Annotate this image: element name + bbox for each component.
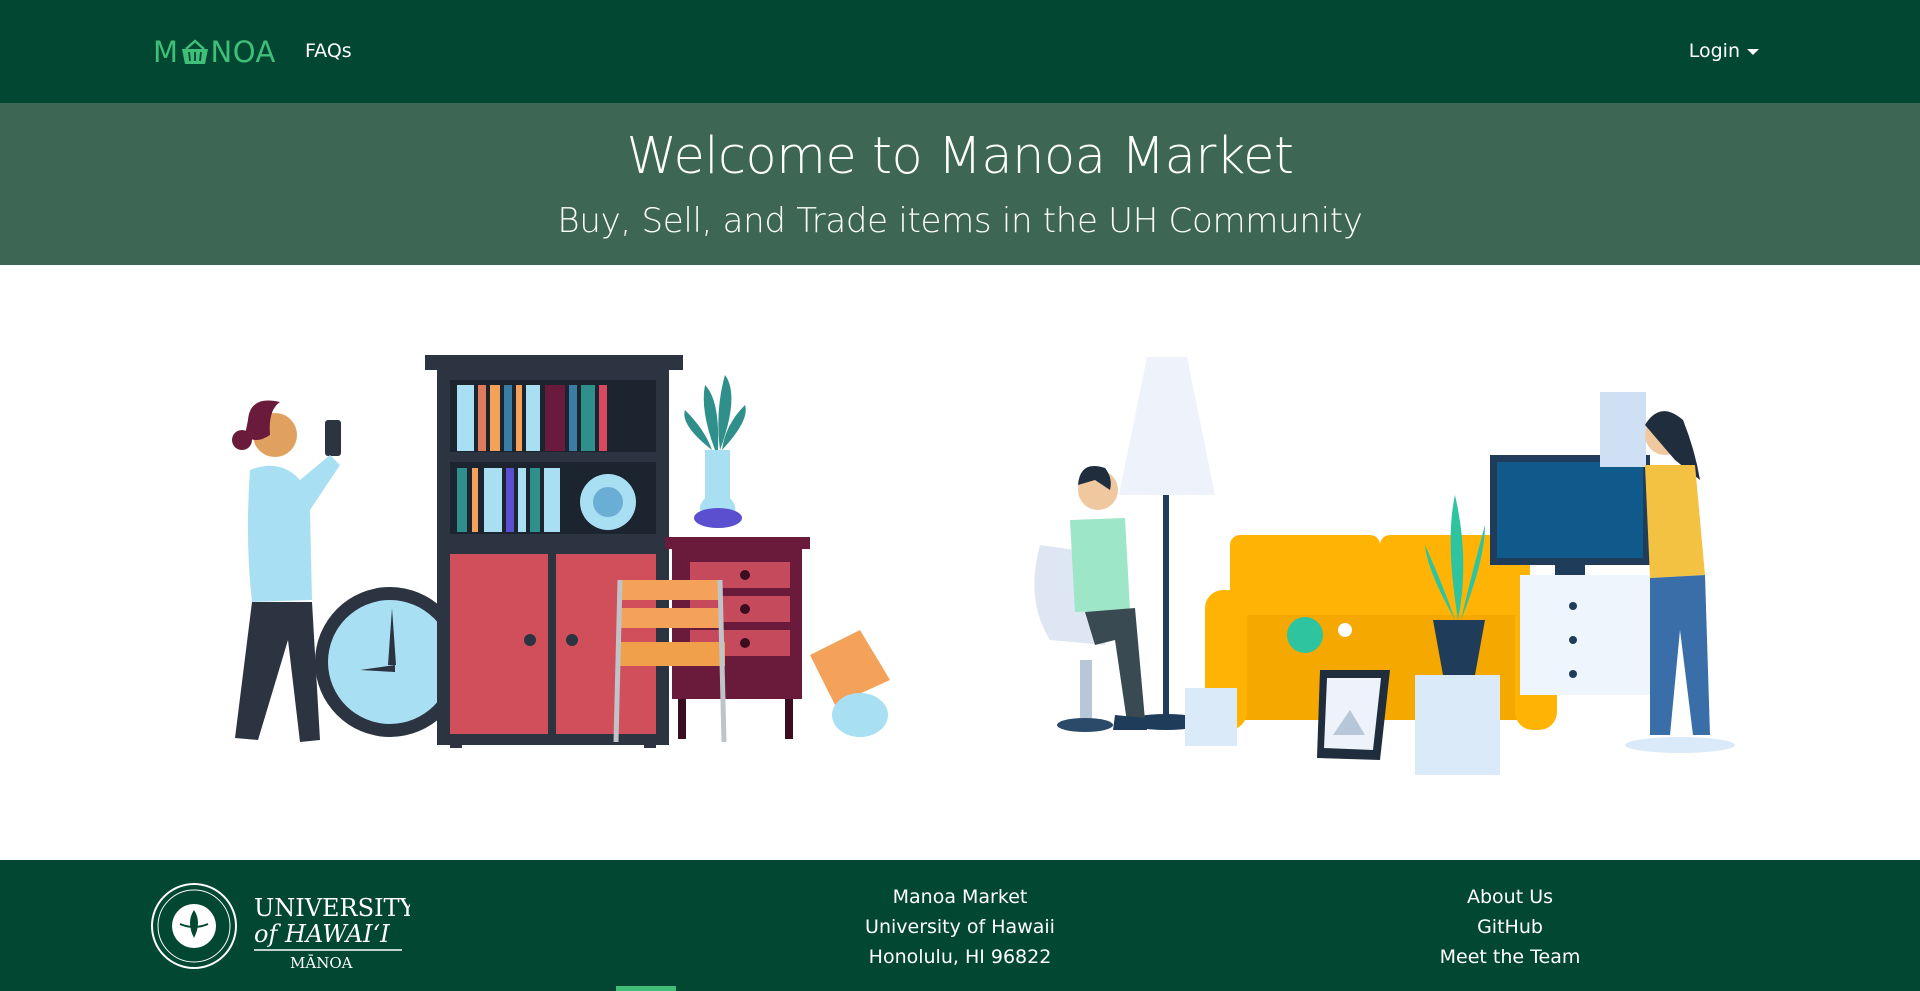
- svg-text:of HAWAI‘I: of HAWAI‘I: [254, 920, 390, 948]
- footer-link-about-us[interactable]: About Us: [1410, 882, 1610, 912]
- navbar: M NOA FAQs Login: [0, 0, 1920, 103]
- page-title: Welcome to Manoa Market: [626, 127, 1294, 186]
- svg-text:UNIVERSITY: UNIVERSITY: [254, 894, 410, 922]
- box-small: [1185, 688, 1237, 746]
- footer-city: Honolulu, HI 96822: [868, 946, 1052, 968]
- brand-logo-link[interactable]: M NOA: [153, 33, 276, 71]
- footer-link-meet-the-team[interactable]: Meet the Team: [1410, 942, 1610, 972]
- hero-banner: Welcome to Manoa Market Buy, Sell, and T…: [0, 103, 1920, 265]
- basket-icon: [181, 39, 208, 64]
- nav-faqs-link[interactable]: FAQs: [305, 40, 352, 62]
- brand-suffix: NOA: [210, 35, 276, 69]
- man-in-chair: [1034, 466, 1147, 732]
- university-of-hawaii-logo: UNIVERSITY of HAWAI‘I MĀNOA: [151, 883, 410, 972]
- footer-site-name: Manoa Market: [892, 886, 1028, 908]
- potted-plant: [684, 375, 746, 528]
- footer-accent-bar: [616, 986, 676, 991]
- login-dropdown[interactable]: Login: [1689, 40, 1759, 62]
- living-room-illustration: [1034, 357, 1735, 775]
- footer-links: About Us GitHub Meet the Team: [1410, 882, 1610, 972]
- furniture-sale-illustration: [232, 355, 890, 748]
- bookshelf: [425, 355, 683, 748]
- footer: UNIVERSITY of HAWAI‘I MĀNOA Manoa Market…: [0, 860, 1920, 991]
- footer-university: University of Hawaii: [865, 916, 1055, 938]
- footer-address: Manoa Market University of Hawaii Honolu…: [860, 882, 1060, 972]
- page-subtitle: Buy, Sell, and Trade items in the UH Com…: [557, 201, 1363, 241]
- login-label: Login: [1688, 40, 1740, 62]
- woman-with-box: [1600, 392, 1735, 753]
- picture-frame: [1317, 670, 1390, 760]
- svg-text:MĀNOA: MĀNOA: [290, 954, 353, 972]
- fallen-lamp: [810, 630, 890, 737]
- caret-down-icon: [1747, 49, 1759, 55]
- dresser: [665, 537, 810, 739]
- footer-link-github[interactable]: GitHub: [1410, 912, 1610, 942]
- brand-prefix: M: [153, 35, 179, 69]
